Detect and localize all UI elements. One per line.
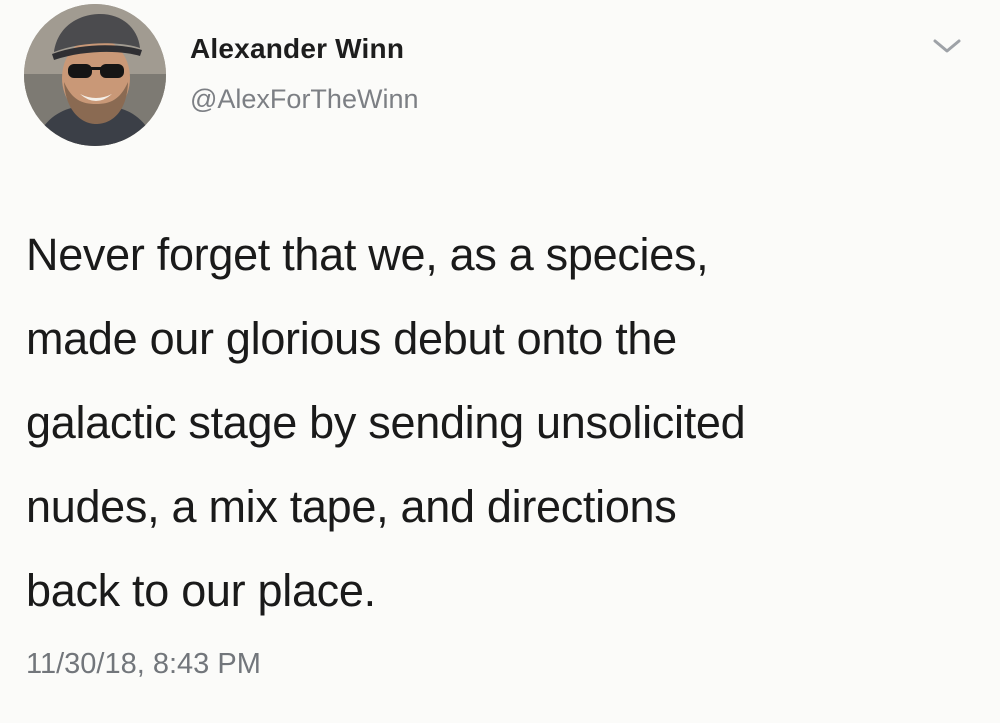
avatar-image [24, 4, 166, 146]
avatar[interactable] [24, 4, 166, 146]
tweet-text-line: made our glorious debut onto the [26, 313, 677, 364]
tweet-text-line: galactic stage by sending unsolicited [26, 397, 746, 448]
tweet-text: Never forget that we, as a species, made… [26, 213, 976, 633]
author-name[interactable]: Alexander Winn [190, 33, 404, 65]
author-handle[interactable]: @AlexForTheWinn [190, 84, 418, 115]
tweet-text-line: back to our place. [26, 565, 376, 616]
tweet-text-line: nudes, a mix tape, and directions [26, 481, 677, 532]
tweet-text-line: Never forget that we, as a species, [26, 229, 709, 280]
tweet-timestamp[interactable]: 11/30/18, 8:43 PM [26, 648, 261, 681]
chevron-down-icon[interactable] [930, 34, 964, 58]
tweet-card: Alexander Winn @AlexForTheWinn Never for… [0, 0, 1000, 723]
